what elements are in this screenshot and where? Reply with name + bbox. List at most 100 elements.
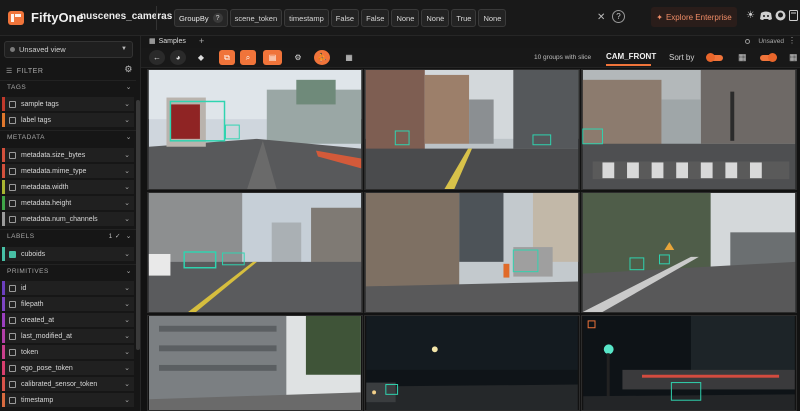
checkbox[interactable]: [9, 100, 16, 108]
search-icon[interactable]: ⌕: [240, 50, 256, 65]
sidebar-item-label-tags[interactable]: label tags ⌄: [2, 113, 134, 127]
group-slice-select[interactable]: CAM_FRONT: [606, 52, 656, 61]
palette-icon[interactable]: ◕: [170, 50, 186, 65]
checkbox[interactable]: [9, 300, 16, 308]
checkbox[interactable]: [9, 364, 16, 372]
chevron-down-icon[interactable]: ⌄: [124, 364, 130, 372]
chevron-down-icon[interactable]: ⌄: [124, 284, 130, 292]
checkbox[interactable]: [9, 316, 16, 324]
sort-by-button[interactable]: Sort by: [669, 53, 694, 62]
checkbox[interactable]: [9, 348, 16, 356]
chevron-down-icon[interactable]: ⌄: [126, 267, 132, 275]
chevron-down-icon[interactable]: ⌄: [124, 215, 130, 223]
tab-samples[interactable]: ▦ Samples: [149, 37, 186, 46]
gear-icon[interactable]: ⚙: [290, 50, 306, 65]
chevron-down-icon[interactable]: ⌄: [124, 316, 130, 324]
chevron-down-icon[interactable]: ⌄: [124, 396, 130, 404]
chevron-right-icon[interactable]: ›: [441, 13, 444, 22]
checkbox[interactable]: [9, 183, 16, 191]
sidebar-item-id[interactable]: id ⌄: [2, 281, 134, 295]
more-vertical-icon[interactable]: ⋮: [788, 36, 796, 45]
chevron-down-icon[interactable]: ⌄: [126, 232, 132, 240]
discord-icon[interactable]: [760, 11, 772, 21]
table-icon[interactable]: ▦: [341, 50, 357, 65]
sidebar-item-last-modified-at[interactable]: last_modified_at ⌄: [2, 329, 134, 343]
sample-image[interactable]: [364, 192, 580, 313]
chevron-down-icon[interactable]: ⌄: [126, 133, 132, 141]
sample-image[interactable]: [581, 315, 797, 411]
sidebar-item-calibrated-sensor-token[interactable]: calibrated_sensor_token ⌄: [2, 377, 134, 391]
chevron-left-icon[interactable]: ‹: [163, 13, 166, 22]
chevron-down-icon[interactable]: ⌄: [124, 199, 130, 207]
checkbox[interactable]: [9, 396, 16, 404]
sample-image[interactable]: [581, 69, 797, 190]
stage-groupby[interactable]: GroupBy ?: [174, 9, 228, 27]
stage-param[interactable]: None: [391, 9, 420, 27]
sidebar-item-token[interactable]: token ⌄: [2, 345, 134, 359]
sort-toggle[interactable]: [706, 53, 723, 62]
sidebar-item-metadata-mime-type[interactable]: metadata.mime_type ⌄: [2, 164, 134, 178]
help-circle-icon[interactable]: ?: [612, 10, 625, 23]
stage-param[interactable]: False: [330, 9, 360, 27]
person-icon[interactable]: ⛹: [314, 50, 330, 65]
checkbox-checked[interactable]: [9, 250, 16, 258]
add-tab-button[interactable]: +: [199, 36, 204, 46]
fiftyone-logo[interactable]: [6, 8, 26, 28]
sidebar-item-sample-tags[interactable]: sample tags ⌄: [2, 97, 134, 111]
sidebar-item-created-at[interactable]: created_at ⌄: [2, 313, 134, 327]
stage-param[interactable]: None: [421, 9, 450, 27]
checkbox[interactable]: [9, 199, 16, 207]
more-grid-icon[interactable]: ▦: [789, 52, 798, 63]
sun-icon[interactable]: ☀: [746, 10, 755, 21]
checkbox[interactable]: [9, 151, 16, 159]
close-icon[interactable]: ✕: [597, 12, 605, 23]
chevron-down-icon[interactable]: ⌄: [124, 300, 130, 308]
section-metadata[interactable]: METADATA ⌄: [0, 130, 136, 143]
filter-lines-icon[interactable]: ☰: [6, 67, 13, 75]
view-stages-bar[interactable]: GroupBy ? scene_token timestamp False Fa…: [174, 7, 507, 29]
chevron-down-icon[interactable]: ⌄: [124, 116, 130, 124]
help-icon[interactable]: ?: [212, 13, 223, 23]
section-labels[interactable]: LABELS 1 ✓ ⌄: [0, 229, 136, 242]
stage-param[interactable]: scene_token: [229, 9, 283, 27]
grid-size-icon[interactable]: ▦: [738, 52, 747, 63]
sample-image[interactable]: [147, 192, 363, 313]
sidebar-item-metadata-num-channels[interactable]: metadata.num_channels ⌄: [2, 212, 134, 226]
explore-enterprise-button[interactable]: ✦ Explore Enterprise: [651, 7, 737, 27]
tag-icon[interactable]: ◆: [193, 50, 209, 65]
checkbox[interactable]: [9, 167, 16, 175]
stage-param[interactable]: None: [478, 9, 507, 27]
checkbox[interactable]: [9, 380, 16, 388]
sidebar-item-metadata-width[interactable]: metadata.width ⌄: [2, 180, 134, 194]
book-icon[interactable]: [789, 10, 798, 21]
chevron-down-icon[interactable]: ⌄: [124, 332, 130, 340]
sidebar-item-ego-pose-token[interactable]: ego_pose_token ⌄: [2, 361, 134, 375]
patches-icon[interactable]: ⧉: [219, 50, 235, 65]
chevron-down-icon[interactable]: ⌄: [124, 167, 130, 175]
chevron-down-icon[interactable]: ⌄: [126, 83, 132, 91]
sidebar-item-cuboids[interactable]: cuboids ⌄: [2, 247, 134, 261]
saved-view-select[interactable]: Unsaved view ▼: [4, 41, 133, 58]
checkbox[interactable]: [9, 215, 16, 223]
sidebar-item-timestamp[interactable]: timestamp ⌄: [2, 393, 134, 407]
checkbox[interactable]: [9, 284, 16, 292]
sample-image[interactable]: [364, 69, 580, 190]
sample-image[interactable]: [581, 192, 797, 313]
grid-zoom-slider[interactable]: [760, 53, 777, 62]
sample-image[interactable]: [147, 315, 363, 411]
chevron-down-icon[interactable]: ⌄: [124, 348, 130, 356]
stage-param[interactable]: False: [361, 9, 390, 27]
stage-param[interactable]: timestamp: [284, 9, 329, 27]
sample-image[interactable]: [147, 69, 363, 190]
sidebar-item-metadata-height[interactable]: metadata.height ⌄: [2, 196, 134, 210]
sample-image[interactable]: [364, 315, 580, 411]
chevron-down-icon[interactable]: ⌄: [124, 183, 130, 191]
checkbox[interactable]: [9, 116, 16, 124]
chevron-down-icon[interactable]: ⌄: [124, 380, 130, 388]
back-arrow-icon[interactable]: ←: [149, 50, 165, 65]
section-primitives[interactable]: PRIMITIVES ⌄: [0, 264, 136, 277]
checkbox[interactable]: [9, 332, 16, 340]
sidebar-item-filepath[interactable]: filepath ⌄: [2, 297, 134, 311]
chevron-down-icon[interactable]: ⌄: [124, 100, 130, 108]
sidebar-item-metadata-size-bytes[interactable]: metadata.size_bytes ⌄: [2, 148, 134, 162]
